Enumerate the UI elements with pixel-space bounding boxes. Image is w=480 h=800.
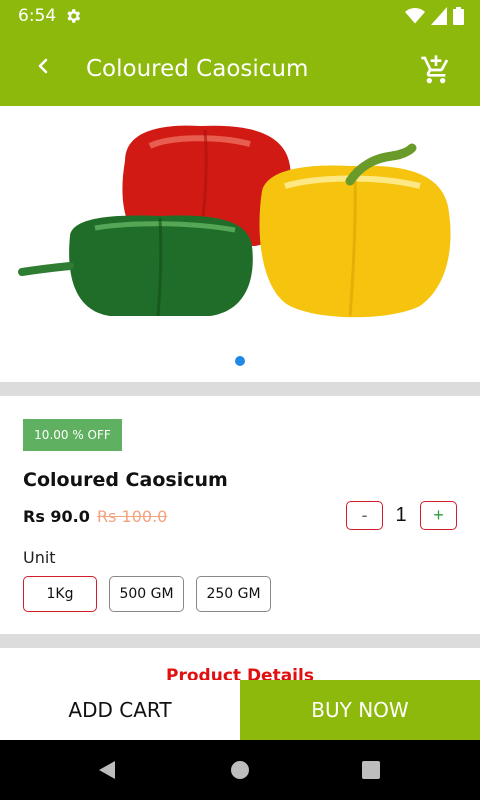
green-pepper <box>18 215 253 317</box>
unit-option-1kg[interactable]: 1Kg <box>23 576 97 612</box>
section-divider <box>0 634 480 648</box>
unit-option-250gm[interactable]: 250 GM <box>196 576 271 612</box>
buy-now-button[interactable]: BUY NOW <box>240 680 480 740</box>
original-price: Rs 100.0 <box>97 507 168 526</box>
signal-icon <box>431 7 447 30</box>
recents-square-icon[interactable] <box>362 761 380 784</box>
product-price: Rs 90.0 <box>23 507 90 526</box>
home-circle-icon[interactable] <box>230 760 250 785</box>
add-shopping-cart-icon <box>421 55 449 84</box>
quantity-decrease-button[interactable]: - <box>346 501 383 530</box>
status-bar: 6:54 <box>0 0 480 32</box>
discount-badge: 10.00 % OFF <box>23 419 122 451</box>
unit-label: Unit <box>23 548 56 567</box>
battery-icon <box>453 7 464 30</box>
wifi-icon <box>405 7 425 30</box>
back-triangle-icon[interactable] <box>97 760 117 785</box>
product-name: Coloured Caosicum <box>23 469 228 491</box>
quantity-value: 1 <box>395 504 407 526</box>
yellow-pepper <box>259 143 451 318</box>
gear-icon <box>64 7 82 30</box>
product-image[interactable] <box>0 106 480 382</box>
quantity-increase-button[interactable]: + <box>420 501 457 530</box>
chevron-left-icon <box>38 58 48 74</box>
page-title: Coloured Caosicum <box>86 56 309 82</box>
system-nav-bar <box>0 740 480 800</box>
add-cart-button[interactable]: ADD CART <box>0 680 240 740</box>
status-time: 6:54 <box>18 6 57 26</box>
app-bar: Coloured Caosicum <box>0 32 480 106</box>
add-to-cart-button[interactable] <box>420 54 452 86</box>
bell-pepper-image <box>18 125 451 318</box>
section-divider <box>0 382 480 396</box>
back-button[interactable] <box>30 52 58 80</box>
unit-option-500gm[interactable]: 500 GM <box>109 576 184 612</box>
gallery-page-indicator <box>235 356 245 366</box>
